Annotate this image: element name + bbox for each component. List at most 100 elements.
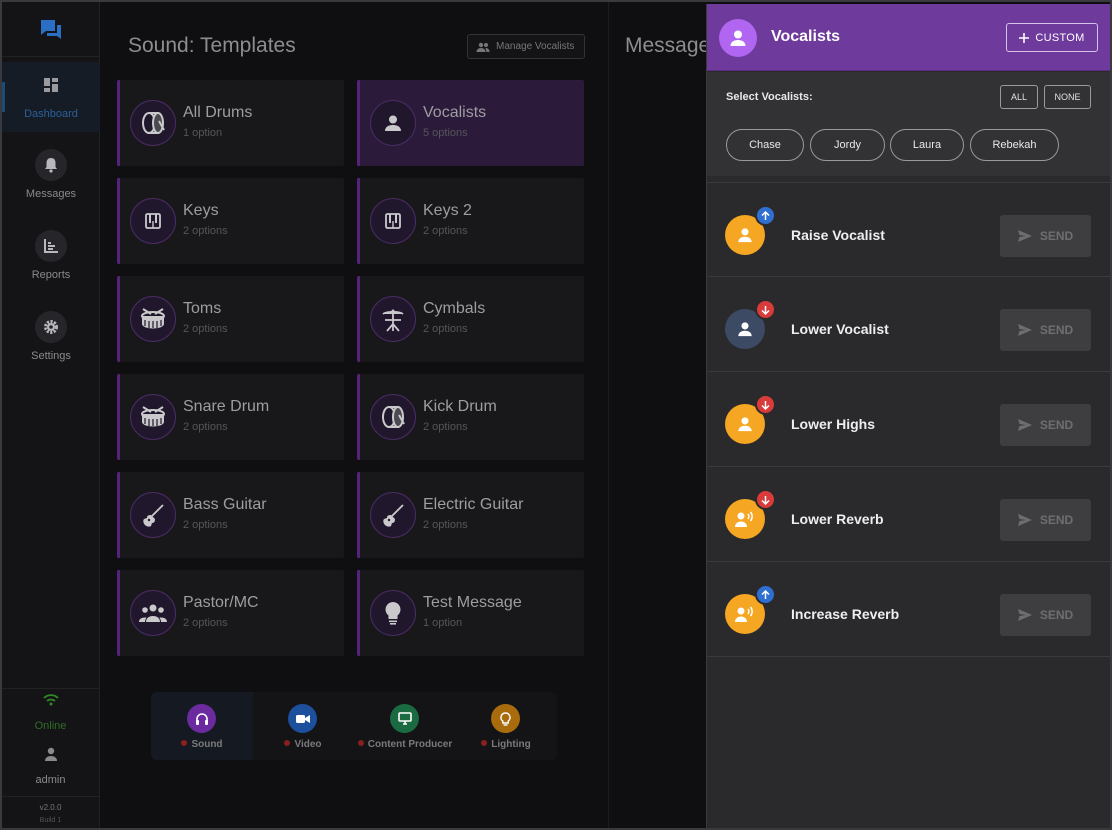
template-card-keys-2[interactable]: Keys 2 2 options <box>357 178 584 264</box>
template-card-electric-guitar[interactable]: Electric Guitar 2 options <box>357 472 584 558</box>
card-title: Snare Drum <box>183 398 270 415</box>
template-card-pastor-mc[interactable]: Pastor/MC 2 options <box>117 570 344 656</box>
monitor-icon <box>390 704 419 733</box>
send-label: SEND <box>1039 229 1074 243</box>
department-label-text: Sound <box>191 739 223 750</box>
card-subtitle: 2 options <box>423 323 468 335</box>
username: admin <box>35 774 66 786</box>
messages-column: Message <box>608 2 710 828</box>
version-label: v2.0.0 <box>39 803 62 812</box>
drawer-header: Vocalists CUSTOM <box>707 4 1110 71</box>
sidebar-item-settings[interactable]: Settings <box>2 304 100 374</box>
send-button[interactable]: SEND <box>1000 404 1091 446</box>
department-label: Sound <box>151 739 253 750</box>
sidebar: Dashboard Messages Reports Settings Onli… <box>2 2 100 828</box>
vocalist-selector: Select Vocalists: ALL NONE Chase Jordy L… <box>707 72 1110 176</box>
send-icon <box>1017 419 1032 431</box>
department-label: Video <box>252 739 354 750</box>
arrow-down-icon <box>755 394 776 415</box>
sidebar-item-messages[interactable]: Messages <box>2 142 100 212</box>
divider <box>2 56 100 57</box>
custom-label: CUSTOM <box>1035 31 1085 44</box>
message-row-increase-reverb: Increase Reverb SEND <box>707 562 1110 657</box>
card-title: Vocalists <box>423 104 487 121</box>
template-card-kick-drum[interactable]: Kick Drum 2 options <box>357 374 584 460</box>
drum-icon <box>130 296 176 342</box>
card-title: Pastor/MC <box>183 594 259 611</box>
template-card-cymbals[interactable]: Cymbals 2 options <box>357 276 584 362</box>
send-button[interactable]: SEND <box>1000 309 1091 351</box>
message-label: Lower Reverb <box>791 511 884 527</box>
template-card-vocalists[interactable]: Vocalists 5 options <box>357 80 584 166</box>
template-card-test-message[interactable]: Test Message 1 option <box>357 570 584 656</box>
vocalist-chip-rebekah[interactable]: Rebekah <box>970 129 1059 161</box>
select-vocalists-label: Select Vocalists: <box>726 91 813 103</box>
card-subtitle: 2 options <box>183 421 228 433</box>
bell-icon <box>35 149 67 181</box>
message-label: Lower Highs <box>791 416 876 432</box>
send-button[interactable]: SEND <box>1000 215 1091 257</box>
build-label: Build 1 <box>39 817 62 824</box>
group-icon <box>130 590 176 636</box>
piano-icon <box>130 198 176 244</box>
template-card-snare-drum[interactable]: Snare Drum 2 options <box>117 374 344 460</box>
select-none-button[interactable]: NONE <box>1044 85 1091 109</box>
sidebar-item-label: Messages <box>25 188 77 200</box>
arrow-up-icon <box>755 584 776 605</box>
custom-button[interactable]: CUSTOM <box>1006 23 1098 52</box>
drum-icon <box>130 394 176 440</box>
group-icon <box>476 42 490 52</box>
gear-icon <box>35 311 67 343</box>
sidebar-item-dashboard[interactable]: Dashboard <box>2 62 100 132</box>
template-card-all-drums[interactable]: All Drums 1 option <box>117 80 344 166</box>
divider <box>2 796 100 797</box>
message-label: Raise Vocalist <box>791 227 885 243</box>
bass-drum-icon <box>370 394 416 440</box>
card-subtitle: 5 options <box>423 127 468 139</box>
guitar-icon <box>130 492 176 538</box>
template-card-keys[interactable]: Keys 2 options <box>117 178 344 264</box>
page-title: Sound: Templates <box>128 34 296 57</box>
manage-vocalists-button[interactable]: Manage Vocalists <box>467 34 585 59</box>
sidebar-item-label: Reports <box>31 269 71 281</box>
user-icon[interactable] <box>43 746 59 762</box>
card-title: Keys 2 <box>423 202 472 219</box>
chat-logo-icon[interactable] <box>38 17 64 43</box>
message-row-raise-vocalist: Raise Vocalist SEND <box>707 182 1110 277</box>
vocalist-chip-chase[interactable]: Chase <box>726 129 804 161</box>
send-button[interactable]: SEND <box>1000 499 1091 541</box>
template-card-bass-guitar[interactable]: Bass Guitar 2 options <box>117 472 344 558</box>
department-tab-sound[interactable]: Sound <box>151 692 253 760</box>
department-tab-content-producer[interactable]: Content Producer <box>354 692 456 760</box>
sidebar-item-reports[interactable]: Reports <box>2 223 100 293</box>
vocalists-drawer: Vocalists CUSTOM Select Vocalists: ALL N… <box>706 4 1110 828</box>
department-label: Lighting <box>455 739 557 750</box>
person-icon <box>370 100 416 146</box>
card-subtitle: 2 options <box>183 617 228 629</box>
card-subtitle: 2 options <box>183 225 228 237</box>
card-subtitle: 2 options <box>423 421 468 433</box>
select-all-button[interactable]: ALL <box>1000 85 1038 109</box>
card-subtitle: 1 option <box>423 617 463 629</box>
department-tab-video[interactable]: Video <box>252 692 354 760</box>
message-row-lower-highs: Lower Highs SEND <box>707 372 1110 467</box>
person-icon <box>719 19 757 57</box>
vocalist-chip-jordy[interactable]: Jordy <box>810 129 885 161</box>
card-title: Keys <box>183 202 219 219</box>
send-label: SEND <box>1039 608 1074 622</box>
card-title: Bass Guitar <box>183 496 267 513</box>
send-button[interactable]: SEND <box>1000 594 1091 636</box>
wifi-icon <box>43 694 59 706</box>
arrow-up-icon <box>755 205 776 226</box>
drawer-title: Vocalists <box>771 28 841 45</box>
dashboard-icon <box>35 69 67 101</box>
card-title: Toms <box>183 300 222 317</box>
department-tab-lighting[interactable]: Lighting <box>455 692 557 760</box>
chart-icon <box>35 230 67 262</box>
templates-panel: Sound: Templates Manage Vocalists All Dr… <box>101 2 607 828</box>
vocalist-chip-laura[interactable]: Laura <box>890 129 964 161</box>
template-card-toms[interactable]: Toms 2 options <box>117 276 344 362</box>
card-title: Kick Drum <box>423 398 497 415</box>
connection-status: Online <box>34 720 67 732</box>
cymbal-icon <box>370 296 416 342</box>
